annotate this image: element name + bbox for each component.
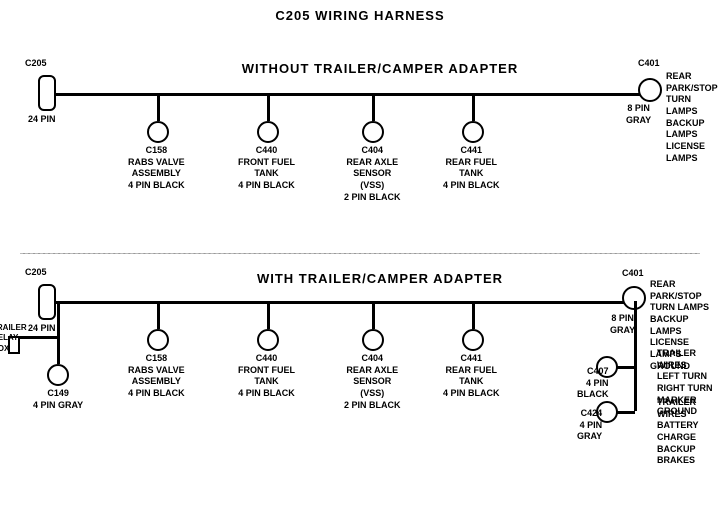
c401-pin-2: 8 PINGRAY [610, 313, 635, 336]
c441-circle-1 [462, 121, 484, 143]
c404-vline-1 [372, 93, 375, 121]
c441-label-2: C441REAR FUELTANK4 PIN BLACK [443, 353, 500, 400]
c440-label-2: C440FRONT FUELTANK4 PIN BLACK [238, 353, 295, 400]
section1-label: WITHOUT TRAILER/CAMPER ADAPTER [120, 61, 640, 76]
section2-mainline [55, 301, 635, 304]
section1-mainline [55, 93, 650, 96]
c205-label-1: C205 [25, 58, 47, 70]
c205-rect-2 [38, 284, 56, 320]
c440-label-1: C440FRONT FUELTANK4 PIN BLACK [238, 145, 295, 192]
trailer-relay-label: TRAILERRELAYBOX [0, 323, 42, 354]
c158-circle-2 [147, 329, 169, 351]
c158-label-1: C158RABS VALVEASSEMBLY4 PIN BLACK [128, 145, 185, 192]
c404-vline-2 [372, 301, 375, 329]
section2-label: WITH TRAILER/CAMPER ADAPTER [120, 271, 640, 286]
c441-vline-1 [472, 93, 475, 121]
c424-pin-label: C4244 PINGRAY [577, 408, 602, 443]
page-title: C205 WIRING HARNESS [0, 0, 720, 23]
c205-label-2: C205 [25, 267, 47, 279]
c401-label-1: C401 [638, 58, 660, 70]
c205-rect-1 [38, 75, 56, 111]
c149-circle [47, 364, 69, 386]
c158-vline-2 [157, 301, 160, 329]
c407-pin-label: C4074 PINBLACK [577, 366, 609, 401]
c441-vline-2 [472, 301, 475, 329]
c205-pin-1: 24 PIN [28, 114, 56, 126]
c404-circle-2 [362, 329, 384, 351]
c407-hline [617, 366, 635, 369]
c158-label-2: C158RABS VALVEASSEMBLY4 PIN BLACK [128, 353, 185, 400]
c440-vline-1 [267, 93, 270, 121]
divider-line [20, 253, 700, 254]
c424-hline [617, 411, 635, 414]
c401-desc-1: REAR PARK/STOPTURN LAMPSBACKUP LAMPSLICE… [666, 71, 720, 165]
c404-label-1: C404REAR AXLESENSOR(VSS)2 PIN BLACK [344, 145, 401, 203]
c158-circle-1 [147, 121, 169, 143]
c401-pin-1: 8 PINGRAY [626, 103, 651, 126]
c149-label: C1494 PIN GRAY [33, 388, 83, 411]
c401-label-2: C401 [622, 268, 644, 280]
c440-circle-2 [257, 329, 279, 351]
c424-desc: TRAILER WIRESBATTERY CHARGEBACKUPBRAKES [657, 397, 720, 467]
c441-label-1: C441REAR FUELTANK4 PIN BLACK [443, 145, 500, 192]
trailer-relay-vline [57, 301, 60, 336]
c401-circle-1 [638, 78, 662, 102]
c158-vline-1 [157, 93, 160, 121]
c440-vline-2 [267, 301, 270, 329]
c404-circle-1 [362, 121, 384, 143]
c440-circle-1 [257, 121, 279, 143]
c149-vline [57, 336, 60, 364]
diagram-container: WITHOUT TRAILER/CAMPER ADAPTER C205 24 P… [0, 23, 720, 523]
right-branch-vline [634, 301, 637, 411]
c441-circle-2 [462, 329, 484, 351]
c404-label-2: C404REAR AXLESENSOR(VSS)2 PIN BLACK [344, 353, 401, 411]
